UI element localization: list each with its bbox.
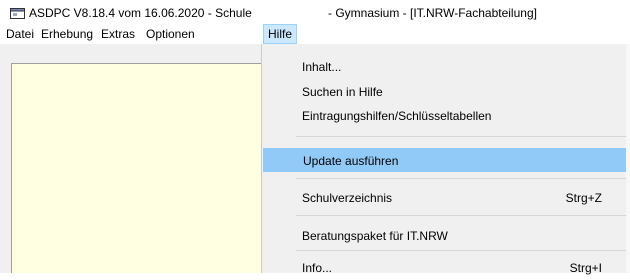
menu-item-shortcut: Strg+I (569, 261, 602, 275)
menu-bar: Datei Erhebung Extras Optionen Hilfe (0, 24, 630, 44)
menu-separator (296, 215, 626, 216)
menu-hilfe[interactable]: Hilfe (263, 24, 298, 44)
menu-datei[interactable]: Datei (2, 24, 38, 44)
menu-separator (296, 136, 626, 137)
menu-item-schulverzeichnis[interactable]: Schulverzeichnis Strg+Z (263, 186, 626, 210)
window-title: ASDPC V8.18.4 vom 16.06.2020 - Schule (29, 6, 252, 20)
menu-item-label: Schulverzeichnis (302, 191, 393, 205)
menu-optionen[interactable]: Optionen (142, 24, 199, 44)
main-panel (11, 63, 261, 273)
menu-extras[interactable]: Extras (97, 24, 139, 44)
menu-item-update[interactable]: Update ausführen (263, 148, 626, 172)
window-title-suffix: - Gymnasium - [IT.NRW-Fachabteilung] (328, 6, 537, 20)
menu-separator (296, 178, 626, 179)
menu-item-inhalt[interactable]: Inhalt... (263, 55, 626, 79)
menu-erhebung[interactable]: Erhebung (37, 24, 97, 44)
help-dropdown-menu: Inhalt... Suchen in Hilfe Eintragungshil… (261, 44, 630, 275)
menu-separator (296, 250, 626, 251)
menu-item-info[interactable]: Info... Strg+I (263, 256, 626, 280)
menu-item-label: Info... (302, 261, 333, 275)
menu-item-label: Inhalt... (302, 60, 342, 74)
menu-item-label: Eintragungshilfen/Schlüsseltabellen (302, 109, 492, 123)
menu-item-shortcut: Strg+Z (565, 191, 602, 205)
menu-item-label: Update ausführen (303, 154, 399, 168)
menu-item-eintragungshilfen[interactable]: Eintragungshilfen/Schlüsseltabellen (263, 104, 626, 128)
menu-item-beratungspaket[interactable]: Beratungspaket für IT.NRW (263, 224, 626, 248)
menu-item-label: Suchen in Hilfe (302, 85, 383, 99)
menu-item-label: Beratungspaket für IT.NRW (302, 229, 448, 243)
title-bar: ASDPC V8.18.4 vom 16.06.2020 - Schule - … (0, 0, 630, 24)
app-window-icon (10, 8, 25, 19)
menu-item-suchen[interactable]: Suchen in Hilfe (263, 80, 626, 104)
menu-shadow (626, 44, 630, 273)
